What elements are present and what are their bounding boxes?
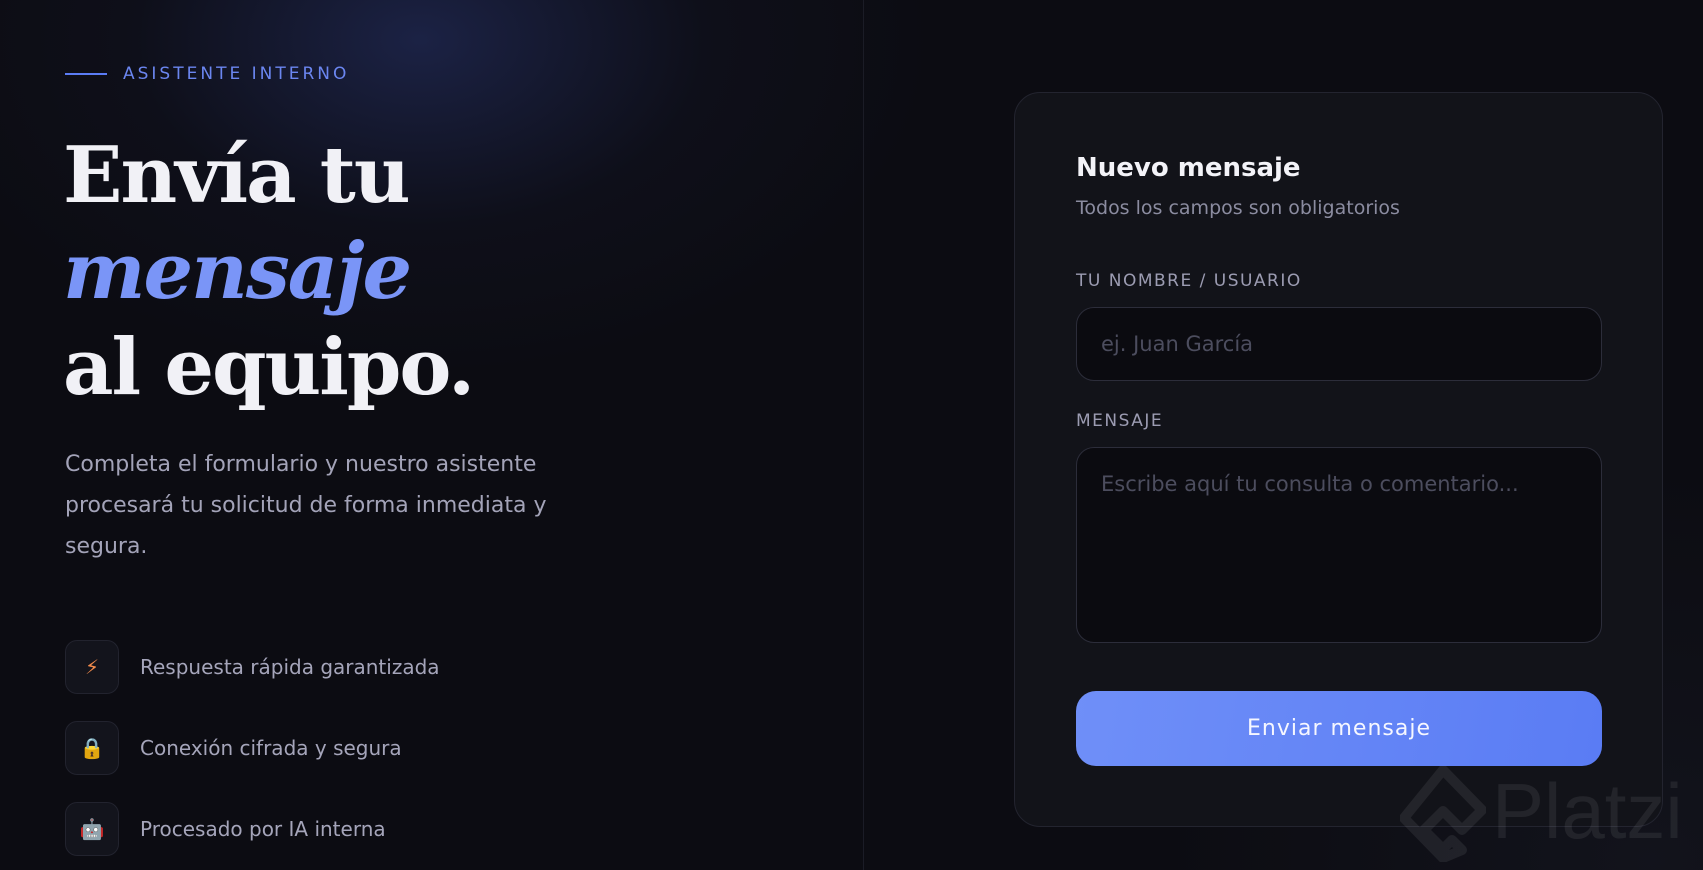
- headline-line-2-accent: mensaje: [63, 226, 412, 317]
- feature-label: Conexión cifrada y segura: [140, 736, 402, 760]
- platzi-logo-icon: [1400, 766, 1486, 862]
- eyebrow-text: ASISTENTE INTERNO: [123, 64, 350, 84]
- lead-paragraph: Completa el formulario y nuestro asisten…: [65, 452, 547, 559]
- message-textarea[interactable]: [1076, 447, 1602, 643]
- platzi-watermark: Platzi: [1400, 764, 1690, 864]
- send-message-button[interactable]: Enviar mensaje: [1076, 691, 1602, 766]
- feature-item: ⚡ Respuesta rápida garantizada: [65, 640, 440, 694]
- name-input[interactable]: [1076, 307, 1602, 381]
- name-field-label: TU NOMBRE / USUARIO: [1076, 271, 1302, 291]
- eyebrow: ASISTENTE INTERNO: [65, 64, 349, 84]
- form-title: Nuevo mensaje: [1076, 153, 1301, 183]
- headline-line-3: al equipo.: [63, 322, 475, 413]
- robot-icon: 🤖: [65, 802, 119, 856]
- eyebrow-line: [65, 73, 107, 75]
- feature-list: ⚡ Respuesta rápida garantizada 🔒 Conexió…: [65, 640, 440, 870]
- feature-label: Respuesta rápida garantizada: [140, 655, 440, 679]
- feature-label: Procesado por IA interna: [140, 817, 386, 841]
- feature-item: 🔒 Conexión cifrada y segura: [65, 721, 440, 775]
- feature-item: 🤖 Procesado por IA interna: [65, 802, 440, 856]
- headline-line-1: Envía tu: [63, 130, 411, 221]
- robot-glyph: 🤖: [79, 817, 105, 841]
- watermark-text: Platzi: [1492, 767, 1683, 855]
- lightning-icon: ⚡: [65, 640, 119, 694]
- lock-glyph: 🔒: [79, 736, 105, 760]
- lightning-glyph: ⚡: [84, 655, 100, 679]
- form-subtitle: Todos los campos son obligatorios: [1076, 197, 1400, 219]
- message-form-card: Nuevo mensaje Todos los campos son oblig…: [1014, 92, 1663, 827]
- lock-icon: 🔒: [65, 721, 119, 775]
- message-field-label: MENSAJE: [1076, 411, 1164, 431]
- column-divider: [863, 0, 864, 870]
- page-title: Envía tu mensaje al equipo.: [63, 128, 475, 416]
